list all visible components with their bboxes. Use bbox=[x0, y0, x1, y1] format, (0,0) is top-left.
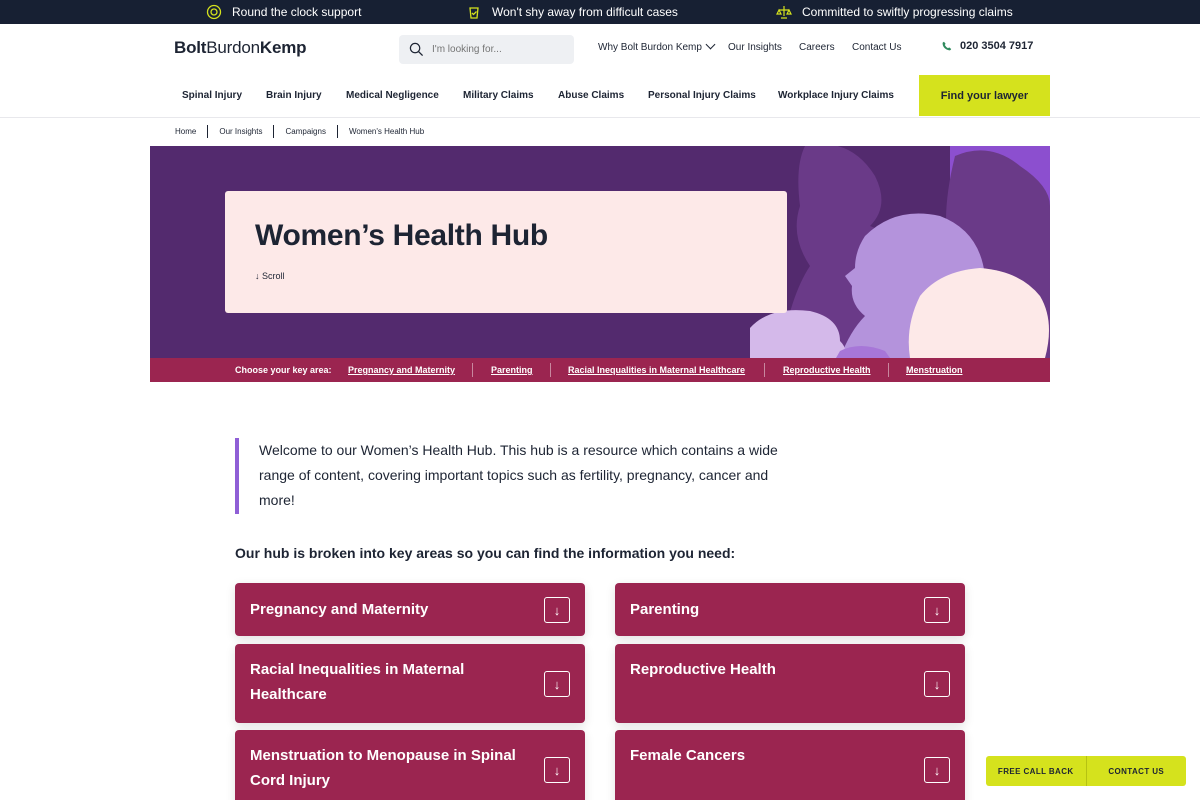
key-divider bbox=[550, 363, 551, 377]
page-title: Women’s Health Hub bbox=[255, 219, 548, 252]
key-divider bbox=[472, 363, 473, 377]
shield-check-icon bbox=[469, 7, 479, 19]
key-area-bar: Choose your key area: Pregnancy and Mate… bbox=[150, 358, 1050, 382]
search-input[interactable] bbox=[432, 44, 562, 55]
contact-us-button[interactable]: CONTACT US bbox=[1086, 756, 1186, 786]
tile-menstruation-to-menopause[interactable]: Menstruation to Menopause in Spinal Cord… bbox=[235, 730, 585, 800]
key-areas-heading: Our hub is broken into key areas so you … bbox=[235, 545, 736, 561]
nav-military-claims[interactable]: Military Claims bbox=[463, 90, 534, 101]
nav-personal-injury-claims[interactable]: Personal Injury Claims bbox=[648, 90, 756, 101]
link-label: Why Bolt Burdon Kemp bbox=[598, 42, 702, 53]
hero-banner: Women’s Health Hub ↓ Scroll bbox=[150, 146, 1050, 358]
top-usp-bar: Round the clock support Won't shy away f… bbox=[0, 0, 1200, 24]
key-area-label: Choose your key area: bbox=[235, 365, 332, 375]
link-careers[interactable]: Careers bbox=[799, 42, 835, 53]
arrow-down-icon: ↓ bbox=[544, 671, 570, 697]
tile-title: Menstruation to Menopause in Spinal Cord… bbox=[250, 747, 516, 789]
gavel-icon bbox=[776, 6, 792, 19]
search-icon bbox=[409, 42, 424, 57]
search-box[interactable] bbox=[399, 35, 574, 64]
tile-title: Female Cancers bbox=[630, 747, 746, 764]
arrow-down-icon: ↓ bbox=[544, 757, 570, 783]
tile-title: Reproductive Health bbox=[630, 661, 776, 678]
arrow-down-icon: ↓ bbox=[924, 671, 950, 697]
tile-title: Racial Inequalities in Maternal Healthca… bbox=[250, 661, 465, 703]
logo-part: Bolt bbox=[174, 38, 207, 57]
logo-part: Kemp bbox=[259, 38, 307, 57]
arrow-down-icon: ↓ bbox=[924, 597, 950, 623]
nav-abuse-claims[interactable]: Abuse Claims bbox=[558, 90, 624, 101]
nav-brain-injury[interactable]: Brain Injury bbox=[266, 90, 322, 101]
hero-title-card: Women’s Health Hub ↓ Scroll bbox=[225, 191, 787, 313]
usp-claims: Committed to swiftly progressing claims bbox=[776, 0, 1013, 24]
key-divider bbox=[764, 363, 765, 377]
key-link-reproductive-health[interactable]: Reproductive Health bbox=[783, 365, 871, 375]
logo[interactable]: BoltBurdonKemp bbox=[174, 38, 307, 58]
nav-medical-negligence[interactable]: Medical Negligence bbox=[346, 90, 439, 101]
site-header: BoltBurdonKemp Why Bolt Burdon Kemp Our … bbox=[0, 24, 1200, 118]
find-your-lawyer-button[interactable]: Find your lawyer bbox=[919, 75, 1050, 116]
logo-part: Burdon bbox=[206, 38, 260, 57]
scroll-link[interactable]: ↓ Scroll bbox=[255, 271, 285, 281]
breadcrumb-current: Women's Health Hub bbox=[348, 126, 425, 136]
tile-racial-inequalities[interactable]: Racial Inequalities in Maternal Healthca… bbox=[235, 644, 585, 723]
key-link-parenting[interactable]: Parenting bbox=[491, 365, 533, 375]
tile-pregnancy-and-maternity[interactable]: Pregnancy and Maternity ↓ bbox=[235, 583, 585, 636]
usp-support: Round the clock support bbox=[206, 0, 361, 24]
arrow-down-icon: ↓ bbox=[544, 597, 570, 623]
tile-reproductive-health[interactable]: Reproductive Health ↓ bbox=[615, 644, 965, 723]
key-link-pregnancy[interactable]: Pregnancy and Maternity bbox=[348, 365, 455, 375]
tile-title: Pregnancy and Maternity bbox=[250, 601, 429, 618]
tile-title: Parenting bbox=[630, 601, 700, 618]
breadcrumb-divider bbox=[336, 124, 338, 138]
nav-spinal-injury[interactable]: Spinal Injury bbox=[182, 90, 242, 101]
breadcrumb-campaigns[interactable]: Campaigns bbox=[285, 127, 325, 136]
link-why-bbk[interactable]: Why Bolt Burdon Kemp bbox=[598, 39, 716, 53]
usp-text: Round the clock support bbox=[232, 5, 362, 19]
key-link-racial-inequalities[interactable]: Racial Inequalities in Maternal Healthca… bbox=[568, 365, 745, 375]
phone-icon bbox=[942, 41, 952, 51]
intro-quote: Welcome to our Women’s Health Hub. This … bbox=[235, 438, 795, 514]
breadcrumb-divider bbox=[207, 124, 209, 138]
link-our-insights[interactable]: Our Insights bbox=[728, 42, 782, 53]
phone-link[interactable]: 020 3504 7917 bbox=[942, 40, 1033, 52]
tile-female-cancers[interactable]: Female Cancers ↓ bbox=[615, 730, 965, 800]
usp-text: Won't shy away from difficult cases bbox=[492, 5, 678, 19]
breadcrumb-divider bbox=[273, 124, 275, 138]
intro-text: Welcome to our Women’s Health Hub. This … bbox=[259, 442, 778, 508]
key-divider bbox=[888, 363, 889, 377]
headset-icon bbox=[206, 4, 222, 20]
nav-workplace-injury-claims[interactable]: Workplace Injury Claims bbox=[778, 90, 894, 101]
link-contact-us[interactable]: Contact Us bbox=[852, 42, 901, 53]
chevron-down-icon bbox=[705, 39, 716, 50]
breadcrumb-home[interactable]: Home bbox=[175, 127, 196, 136]
usp-text: Committed to swiftly progressing claims bbox=[802, 5, 1013, 19]
tile-parenting[interactable]: Parenting ↓ bbox=[615, 583, 965, 636]
arrow-down-icon: ↓ bbox=[924, 757, 950, 783]
breadcrumb: Home Our Insights Campaigns Women's Heal… bbox=[175, 124, 424, 138]
floating-action-bar: FREE CALL BACK CONTACT US bbox=[986, 756, 1186, 786]
key-link-menstruation[interactable]: Menstruation bbox=[906, 365, 963, 375]
free-call-back-button[interactable]: FREE CALL BACK bbox=[986, 756, 1087, 786]
phone-number: 020 3504 7917 bbox=[960, 40, 1034, 52]
usp-difficult-cases: Won't shy away from difficult cases bbox=[466, 0, 678, 24]
breadcrumb-our-insights[interactable]: Our Insights bbox=[219, 127, 262, 136]
